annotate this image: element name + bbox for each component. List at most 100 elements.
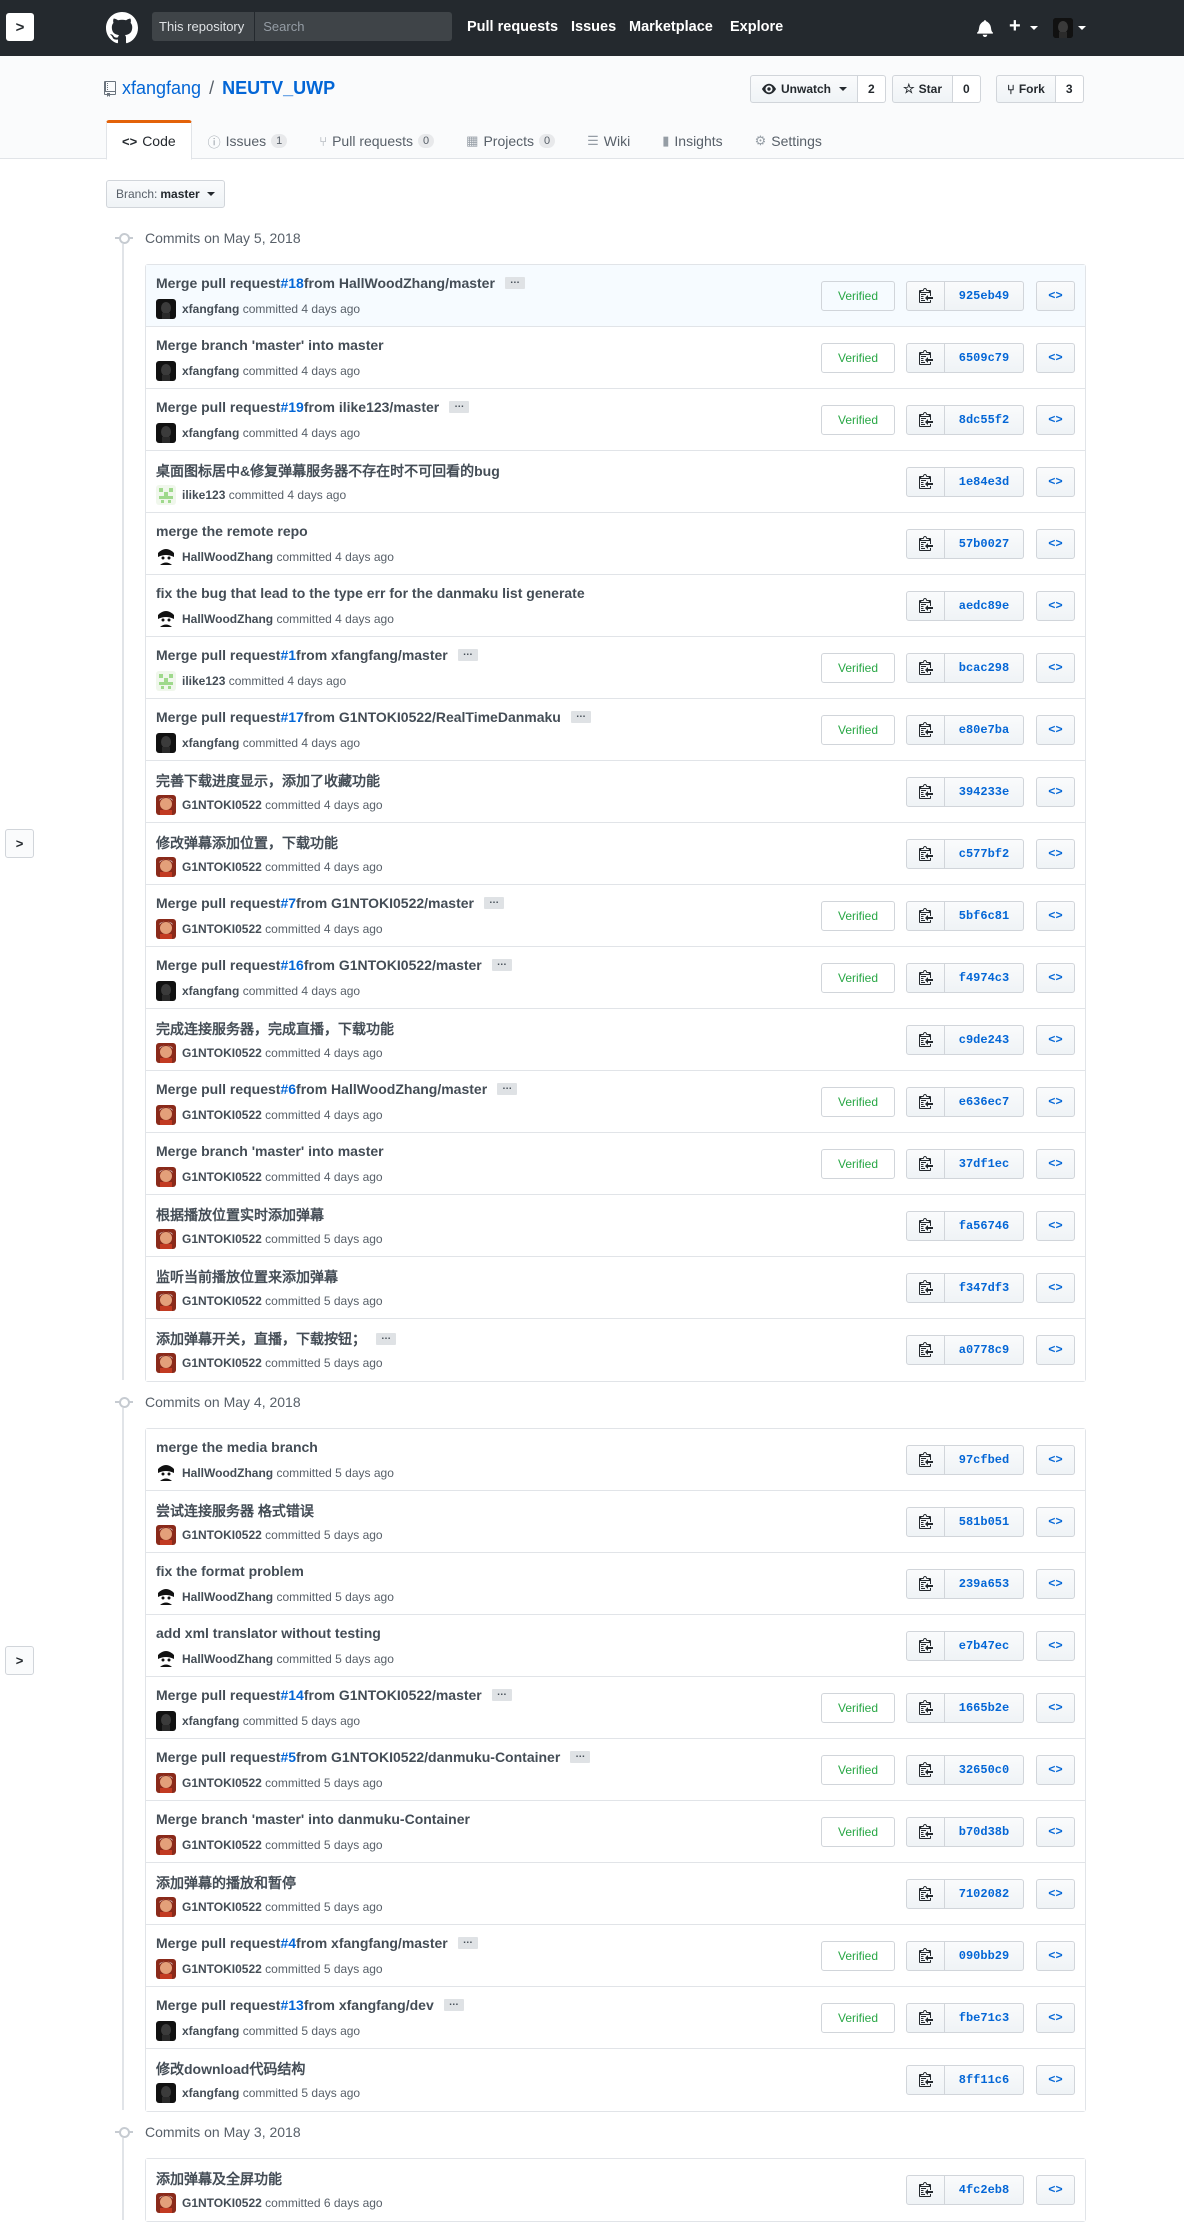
- tab-wiki[interactable]: ☰ Wiki: [571, 120, 646, 160]
- commit-title[interactable]: 尝试连接服务器 格式错误: [156, 1501, 314, 1521]
- tab-code[interactable]: <> Code: [106, 120, 192, 160]
- copy-sha-button[interactable]: [906, 1693, 945, 1723]
- commit-message[interactable]: Merge pull request: [156, 1749, 280, 1765]
- commit-message[interactable]: 添加弹幕开关，直播，下载按钮；: [156, 1329, 366, 1349]
- copy-sha-button[interactable]: [906, 1631, 945, 1661]
- verified-badge[interactable]: Verified: [821, 1087, 895, 1117]
- branch-select-button[interactable]: Branch: master: [106, 180, 225, 208]
- commit-message-rest[interactable]: from HallWoodZhang/master: [304, 275, 495, 291]
- copy-sha-button[interactable]: [906, 963, 945, 993]
- expand-message-button[interactable]: …: [376, 1332, 396, 1345]
- commit-message[interactable]: Merge pull request: [156, 1081, 280, 1097]
- commit-sha-link[interactable]: f347df3: [945, 1273, 1024, 1303]
- commit-author[interactable]: HallWoodZhang: [182, 1590, 273, 1604]
- nav-pull-requests[interactable]: Pull requests: [467, 19, 558, 35]
- commit-author[interactable]: xfangfang: [182, 364, 239, 378]
- commit-title[interactable]: merge the remote repo: [156, 523, 308, 539]
- fork-button[interactable]: ⑂ Fork: [996, 75, 1056, 103]
- verified-badge[interactable]: Verified: [821, 1755, 895, 1785]
- commit-title[interactable]: Merge pull request #5 from G1NTOKI0522/d…: [156, 1749, 591, 1765]
- verified-badge[interactable]: Verified: [821, 2003, 895, 2033]
- header-expander-button[interactable]: >: [6, 13, 34, 41]
- copy-sha-button[interactable]: [906, 715, 945, 745]
- commit-sha-link[interactable]: 57b0027: [945, 529, 1024, 559]
- commit-title[interactable]: Merge pull request #6 from HallWoodZhang…: [156, 1081, 518, 1097]
- star-count[interactable]: 0: [953, 75, 981, 103]
- commit-message[interactable]: 修改download代码结构: [156, 2059, 305, 2079]
- author-avatar[interactable]: [156, 1105, 176, 1125]
- commit-title[interactable]: Merge pull request #14 from G1NTOKI0522/…: [156, 1687, 512, 1703]
- commit-title[interactable]: 添加弹幕及全屏功能: [156, 2169, 282, 2189]
- pull-request-link[interactable]: #6: [280, 1081, 296, 1097]
- copy-sha-button[interactable]: [906, 467, 945, 497]
- commit-title[interactable]: fix the bug that lead to the type err fo…: [156, 585, 585, 601]
- expand-message-button[interactable]: …: [449, 400, 470, 413]
- commit-title[interactable]: 添加弹幕的播放和暂停: [156, 1873, 296, 1893]
- commit-message[interactable]: 桌面图标居中&修复弹幕服务器不存在时不可回看的bug: [156, 461, 500, 481]
- commit-title[interactable]: 完善下载进度显示，添加了收藏功能: [156, 771, 380, 791]
- copy-sha-button[interactable]: [906, 1879, 945, 1909]
- commit-message[interactable]: 根据播放位置实时添加弹幕: [156, 1205, 324, 1225]
- author-avatar[interactable]: [156, 1525, 176, 1545]
- pull-request-link[interactable]: #16: [280, 957, 303, 973]
- copy-sha-button[interactable]: [906, 529, 945, 559]
- github-logo-icon[interactable]: [106, 12, 138, 44]
- commit-message[interactable]: merge the remote repo: [156, 523, 308, 539]
- verified-badge[interactable]: Verified: [821, 963, 895, 993]
- copy-sha-button[interactable]: [906, 901, 945, 931]
- browse-repo-button[interactable]: <>: [1036, 1273, 1075, 1303]
- commit-sha-link[interactable]: 394233e: [945, 777, 1024, 807]
- commit-author[interactable]: G1NTOKI0522: [182, 1294, 262, 1308]
- verified-badge[interactable]: Verified: [821, 1941, 895, 1971]
- watch-count[interactable]: 2: [858, 75, 886, 103]
- commit-message[interactable]: Merge pull request: [156, 399, 280, 415]
- nav-explore[interactable]: Explore: [730, 19, 783, 35]
- author-avatar[interactable]: [156, 1711, 176, 1731]
- tab-settings[interactable]: ⚙ Settings: [739, 120, 838, 160]
- commit-message[interactable]: fix the format problem: [156, 1563, 304, 1579]
- side-expander-button[interactable]: >: [5, 1646, 34, 1675]
- commit-message[interactable]: Merge pull request: [156, 647, 280, 663]
- browse-repo-button[interactable]: <>: [1036, 2003, 1075, 2033]
- commit-message[interactable]: Merge branch 'master' into master: [156, 337, 384, 353]
- commit-message-rest[interactable]: from G1NTOKI0522/master: [296, 895, 474, 911]
- side-expander-button[interactable]: >: [5, 829, 34, 858]
- author-avatar[interactable]: [156, 423, 176, 443]
- commit-message[interactable]: 完善下载进度显示，添加了收藏功能: [156, 771, 380, 791]
- commit-message[interactable]: 添加弹幕及全屏功能: [156, 2169, 282, 2189]
- copy-sha-button[interactable]: [906, 1507, 945, 1537]
- commit-author[interactable]: G1NTOKI0522: [182, 1900, 262, 1914]
- commit-sha-link[interactable]: 37df1ec: [945, 1149, 1024, 1179]
- verified-badge[interactable]: Verified: [821, 405, 895, 435]
- commit-message[interactable]: Merge pull request: [156, 895, 280, 911]
- commit-title[interactable]: Merge branch 'master' into master: [156, 337, 384, 353]
- commit-title[interactable]: 修改弹幕添加位置，下载功能: [156, 833, 338, 853]
- search-input[interactable]: [255, 12, 452, 41]
- expand-message-button[interactable]: …: [570, 710, 591, 723]
- commit-message[interactable]: 尝试连接服务器 格式错误: [156, 1501, 314, 1521]
- browse-repo-button[interactable]: <>: [1036, 529, 1075, 559]
- verified-badge[interactable]: Verified: [821, 1693, 895, 1723]
- author-avatar[interactable]: [156, 795, 176, 815]
- commit-message[interactable]: fix the bug that lead to the type err fo…: [156, 585, 585, 601]
- commit-title[interactable]: Merge pull request #17 from G1NTOKI0522/…: [156, 709, 591, 725]
- browse-repo-button[interactable]: <>: [1036, 653, 1075, 683]
- commit-author[interactable]: G1NTOKI0522: [182, 1232, 262, 1246]
- author-avatar[interactable]: [156, 361, 176, 381]
- pull-request-link[interactable]: #4: [280, 1935, 296, 1951]
- browse-repo-button[interactable]: <>: [1036, 2065, 1075, 2095]
- commit-author[interactable]: G1NTOKI0522: [182, 1108, 262, 1122]
- tab-issues[interactable]: ⓘ Issues 1: [192, 120, 304, 160]
- author-avatar[interactable]: [156, 1773, 176, 1793]
- copy-sha-button[interactable]: [906, 1149, 945, 1179]
- copy-sha-button[interactable]: [906, 1755, 945, 1785]
- commit-title[interactable]: 完成连接服务器，完成直播，下载功能: [156, 1019, 394, 1039]
- copy-sha-button[interactable]: [906, 777, 945, 807]
- browse-repo-button[interactable]: <>: [1036, 467, 1075, 497]
- author-avatar[interactable]: [156, 1229, 176, 1249]
- commit-sha-link[interactable]: c9de243: [945, 1025, 1024, 1055]
- commit-message-rest[interactable]: from G1NTOKI0522/master: [304, 1687, 482, 1703]
- tab-pull-requests[interactable]: ⑂ Pull requests 0: [303, 120, 450, 160]
- repo-name-link[interactable]: NEUTV_UWP: [222, 78, 335, 99]
- browse-repo-button[interactable]: <>: [1036, 1693, 1075, 1723]
